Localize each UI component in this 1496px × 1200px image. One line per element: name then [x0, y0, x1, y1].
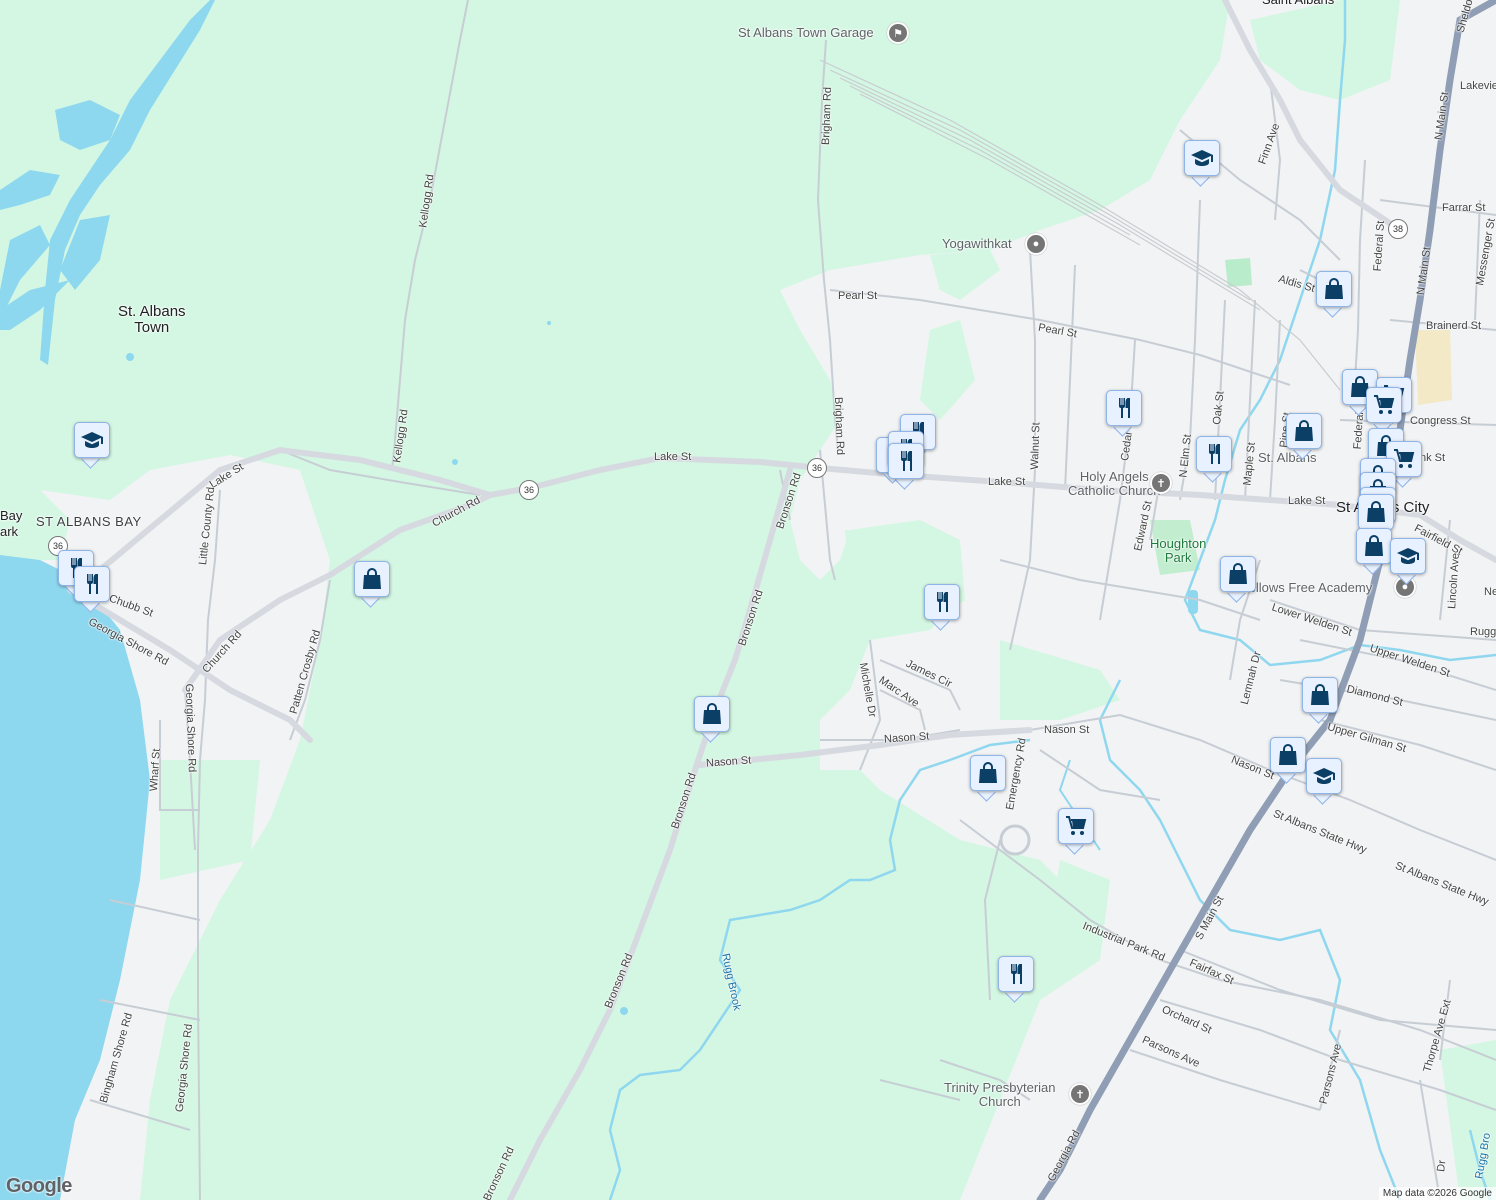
shopping-marker[interactable] [1270, 737, 1306, 784]
church-icon[interactable]: ✝ [1150, 472, 1172, 494]
shopping-icon [703, 703, 721, 724]
restaurant-icon [901, 451, 912, 471]
shopping-marker[interactable] [694, 696, 730, 743]
grocery-icon [1066, 816, 1087, 835]
shopping-marker[interactable] [970, 755, 1006, 802]
shopping-icon [1229, 563, 1247, 584]
school-marker[interactable] [1390, 538, 1426, 585]
school-marker[interactable] [74, 422, 110, 469]
school-icon [81, 432, 103, 448]
shopping-icon [1325, 278, 1343, 299]
shopping-marker[interactable] [1356, 528, 1392, 575]
restaurant-marker[interactable] [1196, 436, 1232, 483]
school-marker[interactable] [1306, 758, 1342, 805]
route-36-shield: 36 [519, 480, 539, 500]
shopping-marker[interactable] [354, 561, 390, 608]
shopping-icon [1367, 501, 1385, 522]
shopping-icon [363, 568, 381, 589]
restaurant-marker[interactable] [888, 443, 924, 490]
school-marker[interactable] [1184, 140, 1220, 187]
school-icon [1313, 768, 1335, 784]
school-icon [1397, 548, 1419, 564]
map-canvas[interactable]: St. Albans Town ST ALBANS BAY Bay ark St… [0, 0, 1496, 1200]
town-hall-icon[interactable]: ⚑ [887, 22, 909, 44]
route-36-shield: 36 [807, 458, 827, 478]
map-attribution[interactable]: Map data ©2026 Google [1378, 1187, 1496, 1200]
grocery-marker[interactable] [1366, 387, 1402, 434]
shopping-icon [1311, 684, 1329, 705]
grocery-icon [1374, 395, 1395, 414]
grocery-marker[interactable] [1058, 808, 1094, 855]
map-base-layer [0, 0, 1496, 1200]
restaurant-marker[interactable] [1106, 390, 1142, 437]
fitness-icon[interactable]: ● [1025, 233, 1047, 255]
shopping-icon [1295, 420, 1313, 441]
restaurant-icon [937, 592, 948, 612]
school-icon [1191, 150, 1213, 166]
restaurant-icon [1011, 964, 1022, 984]
restaurant-icon [1119, 398, 1130, 418]
shopping-icon [1365, 535, 1383, 556]
restaurant-marker[interactable] [924, 584, 960, 631]
restaurant-marker[interactable] [998, 956, 1034, 1003]
shopping-marker[interactable] [1302, 677, 1338, 724]
google-logo: Google [6, 1175, 72, 1197]
restaurant-marker[interactable] [74, 566, 110, 613]
shopping-marker[interactable] [1220, 556, 1256, 603]
restaurant-icon [87, 574, 98, 594]
restaurant-icon [1209, 444, 1220, 464]
route-38-shield: 38 [1388, 219, 1408, 239]
church-icon[interactable]: ✝ [1069, 1083, 1091, 1105]
shopping-marker[interactable] [1286, 413, 1322, 460]
shopping-icon [1279, 744, 1297, 765]
shopping-marker[interactable] [1316, 271, 1352, 318]
shopping-icon [979, 762, 997, 783]
